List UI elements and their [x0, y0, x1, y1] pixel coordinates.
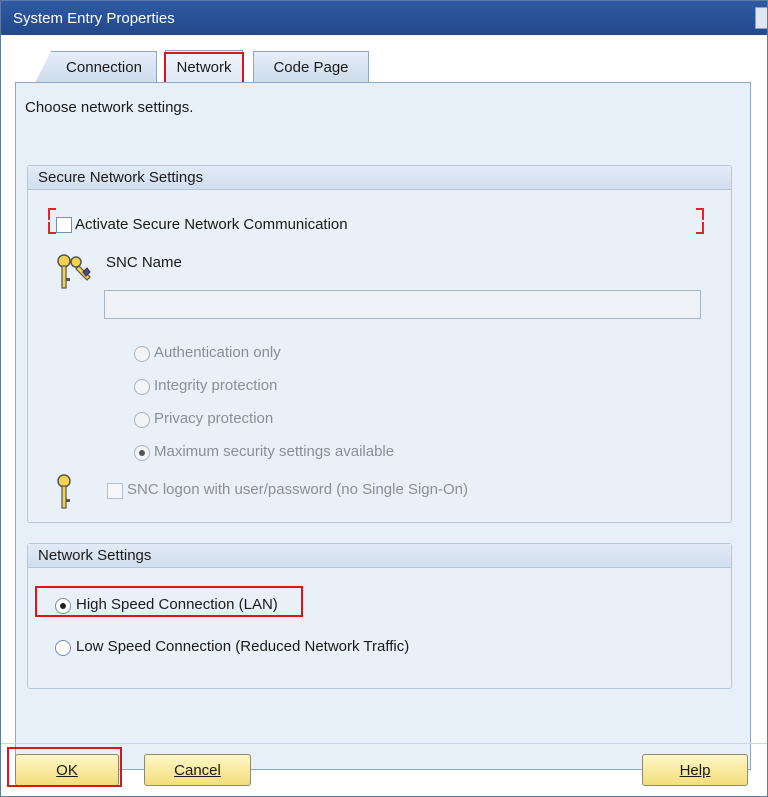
close-icon[interactable] [755, 7, 767, 29]
cancel-button[interactable]: Cancel [144, 754, 251, 786]
activate-snc-label: Activate Secure Network Communication [75, 216, 348, 233]
radio-low-speed[interactable] [55, 640, 71, 656]
ok-button[interactable]: OK [15, 754, 119, 786]
tab-code-page[interactable]: Code Page [253, 51, 369, 83]
focus-bracket-right [696, 208, 704, 220]
tab-network[interactable]: Network [165, 50, 243, 84]
privacy-protection-label: Privacy protection [154, 410, 274, 427]
radio-integrity-protection[interactable] [134, 379, 150, 395]
tab-code-page-label: Code Page [273, 59, 349, 76]
dialog-body: Connection Network Code Page Choose netw… [1, 35, 767, 796]
integrity-protection-label: Integrity protection [154, 377, 278, 394]
tab-connection-label: Connection [66, 59, 142, 76]
snc-name-label: SNC Name [106, 254, 182, 271]
tab-network-label: Network [176, 59, 232, 76]
window-title: System Entry Properties [13, 9, 175, 27]
focus-bracket-left [48, 208, 56, 220]
low-speed-label: Low Speed Connection (Reduced Network Tr… [76, 638, 410, 655]
network-panel: Choose network settings. Secure Network … [15, 82, 751, 770]
panel-description: Choose network settings. [25, 99, 194, 116]
activate-snc-checkbox[interactable] [56, 217, 72, 233]
snc-logon-checkbox[interactable] [107, 483, 123, 499]
maximum-security-label: Maximum security settings available [154, 443, 395, 460]
focus-bracket-left-bottom [48, 222, 56, 234]
authentication-only-label: Authentication only [154, 344, 281, 361]
focus-bracket-right-bottom [696, 222, 704, 234]
snc-name-input[interactable] [104, 290, 701, 319]
title-bar: System Entry Properties [1, 1, 767, 35]
high-speed-label: High Speed Connection (LAN) [76, 596, 278, 613]
network-settings-group: Network Settings High Speed Connection (… [27, 543, 732, 689]
radio-privacy-protection[interactable] [134, 412, 150, 428]
secure-network-group: Secure Network Settings Activate Secure … [27, 165, 732, 523]
radio-authentication-only[interactable] [134, 346, 150, 362]
keys-icon [57, 254, 91, 289]
dialog-window: System Entry Properties Connection Netwo… [0, 0, 768, 797]
help-button[interactable]: Help [642, 754, 748, 786]
secure-group-header: Secure Network Settings [28, 166, 731, 190]
network-group-header: Network Settings [28, 544, 731, 568]
radio-high-speed[interactable] [55, 598, 71, 614]
snc-logon-label: SNC logon with user/password (no Single … [127, 481, 468, 498]
tab-connection[interactable]: Connection [35, 51, 157, 83]
radio-maximum-security[interactable] [134, 445, 150, 461]
footer-divider [1, 743, 767, 744]
tab-strip: Connection Network Code Page [1, 35, 767, 87]
key-icon [57, 474, 71, 509]
